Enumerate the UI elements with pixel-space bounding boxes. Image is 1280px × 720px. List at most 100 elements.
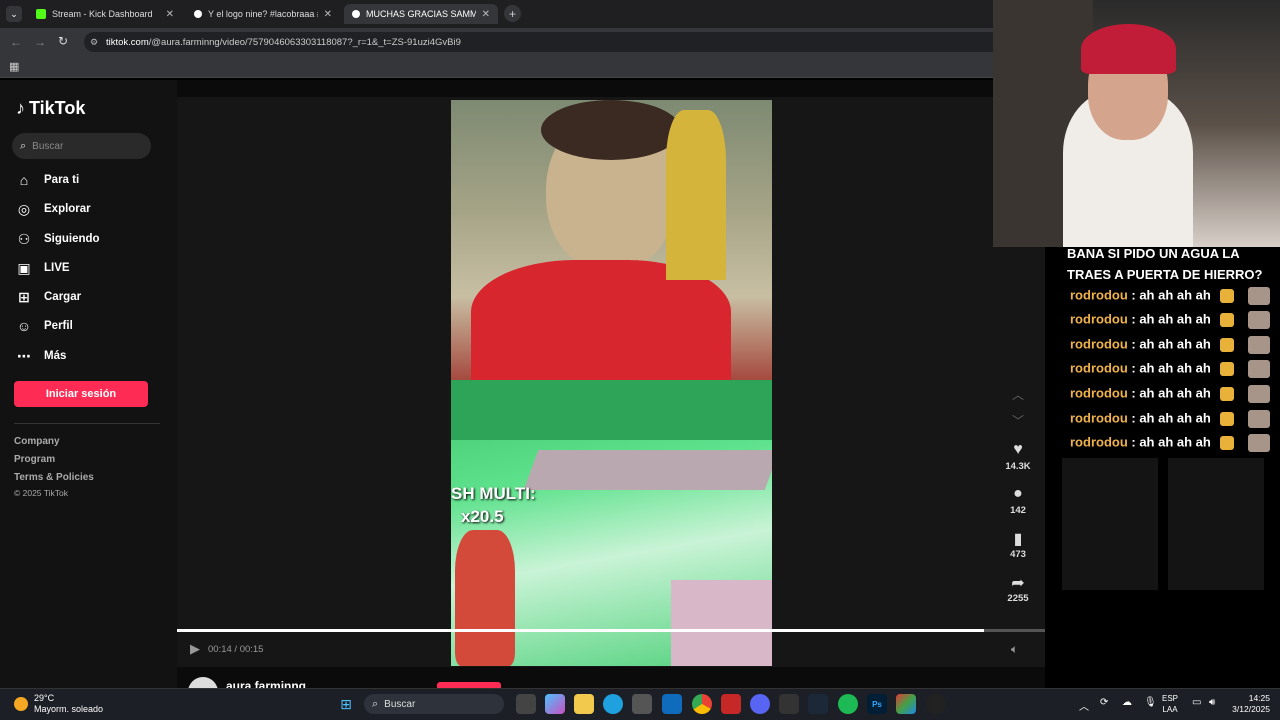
chat-username: rodrodou — [1070, 287, 1128, 303]
video-progress-fill — [177, 629, 985, 632]
network-icon[interactable]: ⟳ — [1100, 697, 1108, 708]
nav-live[interactable]: ▣ LIVE — [16, 259, 69, 276]
nav-perfil[interactable]: ☺ Perfil — [16, 318, 73, 334]
browser-tab-bar: ⌄ Stream - Kick Dashboard ✕ Y el logo ni… — [0, 0, 993, 28]
upload-icon: ⊞ — [18, 288, 30, 305]
taskbar-search-input[interactable]: ⌕ Buscar — [364, 694, 504, 714]
face-emote-icon — [1248, 287, 1271, 305]
microphone-icon[interactable]: 🎙︎ — [1144, 697, 1157, 708]
nav-label: Más — [44, 350, 67, 362]
outlook-icon[interactable] — [662, 694, 682, 714]
like-button[interactable]: ♥ 14.3K — [998, 441, 1038, 472]
weather-widget[interactable]: 29°C Mayorm. soleado — [14, 693, 103, 715]
save-count: 473 — [1010, 549, 1026, 560]
chat-message: rodrodou : ah ah ah ah — [1070, 434, 1271, 452]
tab-kick-dashboard[interactable]: Stream - Kick Dashboard ✕ — [28, 4, 182, 24]
discord-icon[interactable] — [750, 694, 770, 714]
share-icon: ➦ — [1011, 575, 1025, 592]
beer-emote-icon — [1220, 436, 1235, 450]
tiktok-icon — [194, 10, 202, 18]
play-icon[interactable]: ▶ — [190, 641, 200, 657]
author-row[interactable]: aura.farminng — [188, 677, 306, 688]
chat-username: rodrodou — [1070, 311, 1128, 327]
steam-icon[interactable] — [808, 694, 828, 714]
back-arrow-icon[interactable]: ← — [10, 35, 22, 49]
display-icon[interactable]: ▭ — [1192, 697, 1201, 708]
face-emote-icon — [1248, 410, 1271, 428]
app-icon[interactable] — [721, 694, 741, 714]
chat-message: rodrodou : ah ah ah ah — [1070, 360, 1271, 378]
nav-siguiendo[interactable]: ⚇ Siguiendo — [16, 231, 100, 247]
tab-label: Y el logo nine? #lacobraaa #da — [208, 9, 318, 19]
new-tab-button[interactable]: + — [504, 5, 521, 22]
close-icon[interactable]: ✕ — [324, 9, 332, 20]
compass-icon: ◎ — [17, 200, 31, 217]
tab-muchas-gracias[interactable]: MUCHAS GRACIAS SAMMY PO ✕ — [344, 4, 498, 24]
url-field[interactable]: ⚙ tiktok.com /@aura.farminng/video/75790… — [84, 32, 993, 52]
footer-link-terms[interactable]: Terms & Policies — [14, 472, 94, 483]
chat-message: rodrodou : ah ah ah ah — [1070, 336, 1271, 354]
task-view-icon[interactable] — [516, 694, 536, 714]
language-indicator[interactable]: ESP LAA — [1162, 693, 1178, 715]
beer-emote-icon — [1220, 412, 1235, 426]
comment-button[interactable]: ● 142 — [998, 485, 1038, 516]
login-button[interactable]: Iniciar sesión — [14, 381, 148, 407]
keyboard-layout: LAA — [1162, 705, 1178, 714]
copilot-icon[interactable] — [545, 694, 565, 714]
live-icon: ▣ — [17, 259, 31, 276]
overlay-panel-left — [1062, 458, 1158, 590]
nav-cargar[interactable]: ⊞ Cargar — [16, 289, 81, 305]
close-icon[interactable]: ✕ — [482, 9, 490, 20]
chat-message: rodrodou : ah ah ah ah — [1070, 385, 1271, 403]
chat-username: rodrodou — [1070, 434, 1128, 450]
tiktok-icon — [352, 10, 360, 18]
system-clock[interactable]: 14:25 3/12/2025 — [1226, 693, 1270, 715]
next-video-icon[interactable]: ﹀ — [1012, 412, 1024, 429]
app-icon[interactable] — [779, 694, 799, 714]
speaker-icon[interactable]: 🔊︎ — [1209, 697, 1215, 708]
video-webcam-half[interactable] — [451, 100, 772, 380]
video-controls: ▶ 00:14 / 00:15 — [190, 641, 263, 657]
chat-text: : ah ah ah ah — [1131, 360, 1211, 376]
apps-grid-icon[interactable]: ▦ — [9, 60, 19, 73]
overlay-panel-right — [1168, 458, 1264, 590]
nav-mas[interactable]: ⋯ Más — [16, 348, 66, 364]
search-input[interactable]: ⌕ Buscar — [12, 133, 151, 159]
tab-list-chevron-icon[interactable]: ⌄ — [6, 6, 22, 22]
app-icon[interactable] — [896, 694, 916, 714]
photoshop-icon[interactable]: Ps — [867, 694, 887, 714]
previous-video-icon[interactable]: ︿ — [1012, 386, 1024, 403]
beer-emote-icon — [1220, 289, 1235, 303]
face-emote-icon — [1248, 434, 1271, 452]
face-emote-icon — [1248, 311, 1271, 329]
reload-icon[interactable]: ↻ — [58, 34, 68, 48]
profile-icon: ☺ — [16, 318, 32, 334]
windows-start-icon[interactable]: ⊞ — [336, 694, 356, 714]
nav-para-ti[interactable]: ⌂ Para ti — [16, 172, 79, 188]
chrome-icon[interactable] — [692, 694, 712, 714]
forward-arrow-icon[interactable]: → — [34, 35, 46, 49]
spotify-icon[interactable] — [838, 694, 858, 714]
nav-explorar[interactable]: ◎ Explorar — [16, 201, 91, 217]
obs-icon[interactable] — [926, 694, 946, 714]
footer-link-company[interactable]: Company — [14, 436, 60, 447]
video-game-half[interactable]: SH MULTI: x20.5 — [451, 380, 772, 666]
site-info-icon[interactable]: ⚙ — [90, 37, 98, 48]
tray-icon[interactable]: ☁ — [1122, 697, 1132, 708]
share-button[interactable]: ➦ 2255 — [998, 573, 1038, 604]
chat-username: rodrodou — [1070, 385, 1128, 401]
close-icon[interactable]: ✕ — [166, 9, 174, 20]
search-placeholder: Buscar — [32, 140, 64, 152]
store-icon[interactable] — [632, 694, 652, 714]
footer-link-program[interactable]: Program — [14, 454, 55, 465]
tab-tiktok-logo-nine[interactable]: Y el logo nine? #lacobraaa #da ✕ — [186, 4, 340, 24]
video-overlay-value: x20.5 — [461, 507, 504, 526]
save-button[interactable]: ▮ 473 — [998, 529, 1038, 560]
file-explorer-icon[interactable] — [574, 694, 594, 714]
weather-temp: 29°C — [34, 693, 55, 703]
volume-icon[interactable]: 🔈︎ — [1011, 642, 1018, 657]
chat-text: : ah ah ah ah — [1131, 336, 1211, 352]
edge-icon[interactable] — [603, 694, 623, 714]
tiktok-logo[interactable]: ♪ TikTok — [16, 98, 85, 119]
chevron-up-icon[interactable]: ︿ — [1079, 698, 1089, 713]
